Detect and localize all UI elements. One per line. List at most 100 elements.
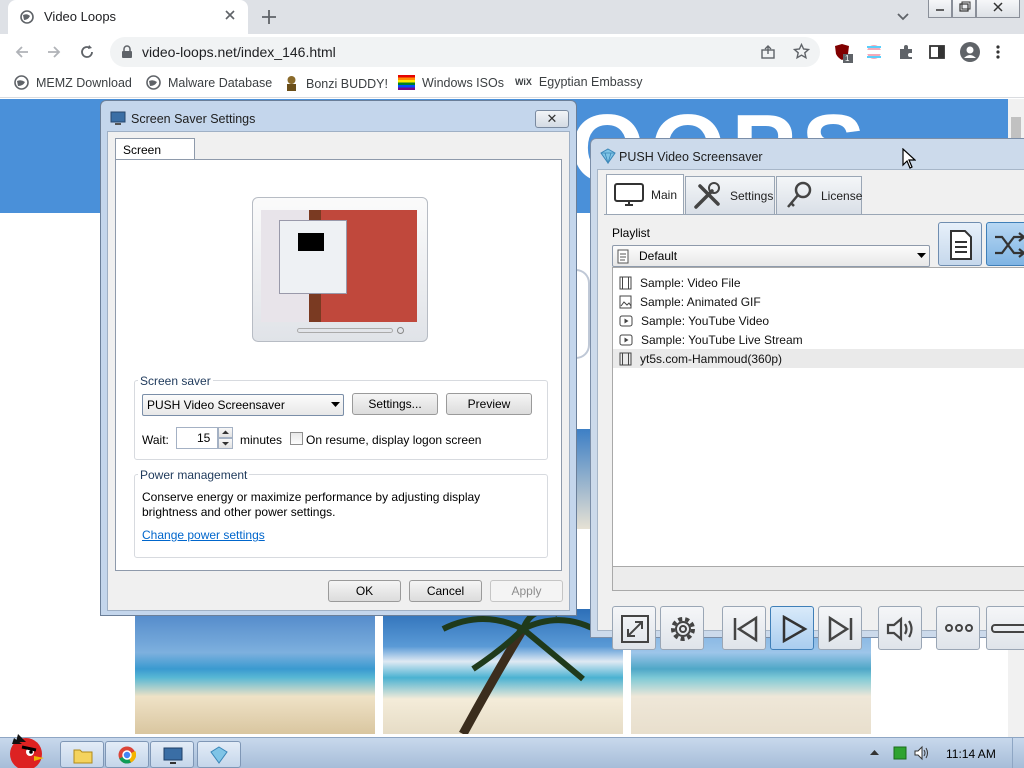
tab-title: Video Loops [44, 9, 117, 24]
monitor-power-button [397, 327, 404, 334]
network-status-icon[interactable] [893, 746, 907, 760]
tab-main-label: Main [651, 187, 678, 202]
list-item-label: Sample: Video File [640, 275, 741, 290]
ublock-extension-icon[interactable] [834, 43, 854, 63]
resume-logon-checkbox[interactable] [290, 432, 303, 445]
new-tab-icon[interactable] [260, 8, 278, 26]
preview-monitor [252, 197, 428, 342]
show-desktop-button[interactable] [1012, 738, 1024, 768]
minimize-button[interactable] [928, 0, 952, 18]
resume-logon-label[interactable]: On resume, display logon screen [306, 433, 481, 447]
list-item-label: Sample: YouTube Live Stream [641, 332, 803, 347]
bookmark-windows-isos[interactable]: Windows ISOs [398, 75, 504, 90]
list-item[interactable]: Sample: Animated GIF [619, 292, 761, 311]
tab-settings-label: Settings [730, 188, 774, 203]
list-item[interactable]: Sample: YouTube Video [619, 311, 769, 330]
forward-arrow-icon[interactable] [46, 44, 62, 60]
list-item[interactable]: Sample: YouTube Live Stream [619, 330, 803, 349]
push-app-icon [600, 148, 616, 164]
bookmark-memz[interactable]: MEMZ Download [14, 75, 132, 90]
globe-icon [146, 75, 161, 90]
apply-button[interactable]: Apply [490, 580, 563, 602]
shuffle-button[interactable] [986, 222, 1024, 266]
reload-icon[interactable] [78, 43, 96, 61]
list-item[interactable]: Sample: Video File [619, 273, 741, 292]
menu-dots-icon[interactable] [995, 44, 1001, 60]
show-hidden-icons-icon[interactable] [870, 749, 879, 755]
wait-minutes-spinner[interactable]: 15 [176, 427, 218, 449]
playlist-select[interactable]: Default [612, 245, 930, 267]
bookmark-star-icon[interactable] [793, 43, 810, 60]
start-button[interactable] [2, 730, 50, 768]
tab-main[interactable]: Main [606, 174, 684, 214]
bookmark-bonzi[interactable]: Bonzi BUDDY! [284, 75, 388, 92]
bookmarks-bar: MEMZ Download Malware Database Bonzi BUD… [0, 70, 1024, 98]
settings-button[interactable]: Settings... [352, 393, 438, 415]
playlist-edit-button[interactable] [938, 222, 982, 266]
beach-image-1[interactable] [135, 609, 375, 734]
next-button[interactable] [818, 606, 862, 650]
playlist-listbox[interactable]: Sample: Video File Sample: Animated GIF … [612, 267, 1024, 567]
playlist-label: Playlist [612, 226, 651, 240]
play-icon [780, 615, 808, 643]
tab-settings[interactable]: Settings [685, 176, 775, 214]
tab-license[interactable]: License [776, 176, 862, 214]
volume-button[interactable] [878, 606, 922, 650]
minimize-player-button[interactable] [986, 606, 1024, 650]
screen-saver-settings-window: Screen Saver Settings ✕ Screen Saver Scr… [100, 100, 577, 616]
taskbar-chrome[interactable] [105, 741, 149, 768]
skip-previous-icon [731, 615, 759, 643]
wait-value: 15 [197, 431, 211, 445]
previous-button[interactable] [722, 606, 766, 650]
clock[interactable]: 11:14 AM [946, 747, 996, 761]
cancel-button[interactable]: Cancel [409, 580, 482, 602]
screen-saver-group-label: Screen saver [138, 374, 213, 388]
close-window-button[interactable] [976, 0, 1020, 18]
toolbar: video-loops.net/index_146.html 1 [0, 34, 1024, 70]
lock-icon[interactable] [121, 45, 133, 59]
tab-divider [604, 214, 1024, 215]
back-arrow-icon[interactable] [14, 44, 30, 60]
preview-dialog [279, 220, 347, 294]
key-icon [783, 181, 815, 211]
flag-extension-icon[interactable] [866, 44, 882, 60]
play-button[interactable] [770, 606, 814, 650]
preview-button[interactable]: Preview [446, 393, 532, 415]
volume-tray-icon[interactable] [914, 745, 930, 761]
taskbar-explorer[interactable] [60, 741, 104, 768]
list-item-selected[interactable]: yt5s.com-Hammoud(360p) [613, 349, 1024, 368]
fullscreen-button[interactable] [612, 606, 656, 650]
ok-button[interactable]: OK [328, 580, 401, 602]
side-panel-icon[interactable] [929, 44, 945, 60]
more-button[interactable] [936, 606, 980, 650]
tab-screen-saver[interactable]: Screen Saver [115, 138, 195, 171]
film-icon [619, 352, 632, 366]
extensions-puzzle-icon[interactable] [898, 44, 914, 60]
options-button[interactable] [660, 606, 704, 650]
bookmark-label: Windows ISOs [422, 75, 504, 90]
tab-panel: Screen saver PUSH Video Screensaver Sett… [115, 159, 562, 571]
profile-avatar-icon[interactable] [960, 42, 980, 62]
chrome-icon [118, 746, 136, 764]
spin-up-button[interactable] [218, 427, 233, 438]
taskbar-screensaver-settings[interactable] [150, 741, 194, 768]
change-power-settings-link[interactable]: Change power settings [142, 528, 265, 542]
taskbar: 11:14 AM [0, 734, 1024, 768]
bookmark-malware-database[interactable]: Malware Database [146, 75, 272, 90]
screensaver-select[interactable]: PUSH Video Screensaver [142, 394, 344, 416]
more-dots-icon [945, 624, 973, 632]
taskbar-push[interactable] [197, 741, 241, 768]
expand-icon [621, 615, 649, 643]
beach-image-2[interactable] [383, 609, 623, 734]
screensaver-select-value: PUSH Video Screensaver [147, 398, 285, 412]
browser-tab[interactable]: Video Loops [8, 0, 248, 34]
close-button[interactable]: ✕ [535, 110, 569, 128]
share-icon[interactable] [760, 44, 776, 60]
monitor-icon [613, 181, 645, 209]
restore-button[interactable] [952, 0, 976, 18]
close-tab-icon[interactable] [224, 9, 236, 21]
address-bar[interactable]: video-loops.net/index_146.html [110, 37, 820, 67]
spin-down-button[interactable] [218, 438, 233, 449]
bookmark-egyptian-embassy[interactable]: WiX Egyptian Embassy [515, 75, 642, 89]
chevron-down-icon[interactable] [896, 9, 910, 23]
